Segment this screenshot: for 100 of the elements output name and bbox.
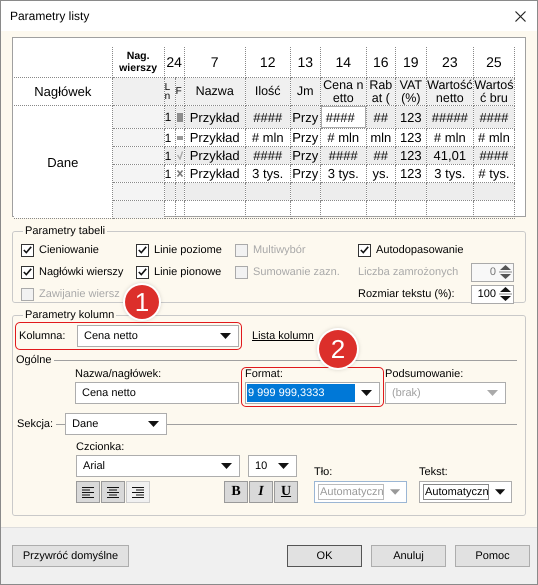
checkbox-label: Multiwybór [253,244,306,256]
column-header: F [175,78,184,106]
column-dropdown[interactable]: Cena netto [77,325,239,347]
dialog-button[interactable]: OK [287,545,362,567]
column-header: VAT (%) [395,78,426,106]
column-header: Wartość bru [473,78,514,106]
font-size-dropdown[interactable]: 10 [248,455,297,477]
table-cell: #### [321,106,366,128]
checkbox[interactable] [136,244,149,256]
spin-field[interactable]: 100 [471,284,514,304]
table-cell: 123 [398,166,423,181]
column-header: Wartość netto [426,78,474,106]
row-label: Nagłówek [14,78,112,106]
checkbox[interactable] [21,266,34,278]
table-cell: 41,01 [432,148,468,163]
row-label: Dane [14,106,112,218]
checkbox-label: Cieniowanie [39,244,99,256]
cross-icon [176,170,183,177]
table-cell: Przykład [188,148,241,163]
caret-icon[interactable] [221,463,232,469]
table-cell: 1 [165,166,172,180]
checkbox[interactable] [136,266,149,278]
align-center-icon[interactable] [107,486,119,498]
field-label: Czcionka: [76,441,126,453]
caret-icon[interactable] [148,421,160,427]
step-badge: 1 [125,285,159,319]
field-label: Kolumna: [18,330,66,342]
table-cell: # tys. [477,166,510,181]
table-cell: Przy [291,110,320,124]
field-label: Podsumowanie: [385,368,464,380]
align-right-icon[interactable] [132,486,144,498]
bold-button[interactable]: B [224,481,248,503]
column-header: Jm [290,78,320,106]
checkbox-label: Nagłówki wierszy [39,266,124,278]
table-cell: Przykład [188,130,241,145]
dash-icon [176,136,183,140]
table-cell: mln [369,130,392,145]
spin-arrows-icon[interactable] [498,285,513,303]
align-left-button[interactable] [76,481,100,503]
column-header: L n [164,78,176,106]
checkbox-label: Linie poziome [154,244,222,256]
format-dropdown[interactable]: 9 999 999,3333 [245,382,380,404]
table-cell: # mln [250,130,285,145]
table-cell: ## [372,110,390,124]
spin-arrows-icon[interactable] [498,263,513,281]
table-cell: #### [328,148,359,163]
table-cell: #### [478,110,510,124]
table-cell: Przy [291,148,320,163]
caret-icon[interactable] [361,390,372,396]
table-cell: Przy [291,166,320,181]
field-label: Sekcja: [16,418,54,430]
table-cell: #### [252,148,284,163]
table-cell: 1 [165,148,172,162]
table-cell: 1 [165,110,172,124]
table-cell: 3 tys. [326,166,360,181]
table-cell: 123 [398,148,423,163]
group-title: Parametry kolumn [24,309,116,321]
checkbox-label: Sumowanie zazn. [253,266,340,278]
close-icon[interactable] [515,10,526,22]
checkbox[interactable] [358,244,371,256]
field-label: Nazwa/nagłówek: [75,368,162,380]
column-header: Ilość [245,78,290,106]
align-left-icon[interactable] [82,486,94,498]
table-cell: #### [252,110,284,124]
table-cell: # mln [432,130,467,145]
underline-button[interactable]: U [274,481,298,503]
table-cell: 1 [165,130,172,144]
field-label: Liczba zamrożonych [358,266,460,278]
text-color-dropdown[interactable]: Automatyczn [419,481,512,503]
dialog-button[interactable]: Pomoc [455,545,530,567]
table-cell: # mln [326,130,360,145]
dialog-button[interactable]: Anuluj [371,545,446,567]
table-cell: 123 [398,110,423,124]
field-label: Rozmiar tekstu (%): [358,288,456,300]
column-list-link[interactable]: Lista kolumn [252,330,314,342]
caret-icon[interactable] [220,333,231,339]
section-dropdown[interactable]: Dane [65,413,168,435]
group-title: Ogólne [16,354,52,366]
checkbox-label: Zawijanie wiersz [39,288,120,300]
table-cell: Przykład [188,166,241,181]
step-badge: 2 [319,330,357,368]
align-center-button[interactable] [101,481,125,503]
align-right-button[interactable] [126,481,150,503]
name-field[interactable]: Cena netto [75,382,239,404]
caret-icon[interactable] [278,463,289,469]
table-cell: #### [478,148,510,163]
table-cell: ys. [371,166,390,181]
italic-button[interactable]: I [249,481,273,503]
check-icon [176,151,183,160]
checkbox[interactable] [21,244,34,256]
table-cell: # mln [477,130,511,145]
table-cell: Przy [291,130,320,145]
table-cell: 3 tys. [433,166,466,181]
table-cell: Przykład [188,110,241,124]
restore-defaults-button[interactable]: Przywróć domyślne [12,545,129,567]
caret-icon[interactable] [494,489,505,495]
font-dropdown[interactable]: Arial [76,455,240,477]
field-label: Tekst: [419,466,449,478]
column-header: Rabat ( [366,78,396,106]
table-cell: ##### [430,110,469,124]
